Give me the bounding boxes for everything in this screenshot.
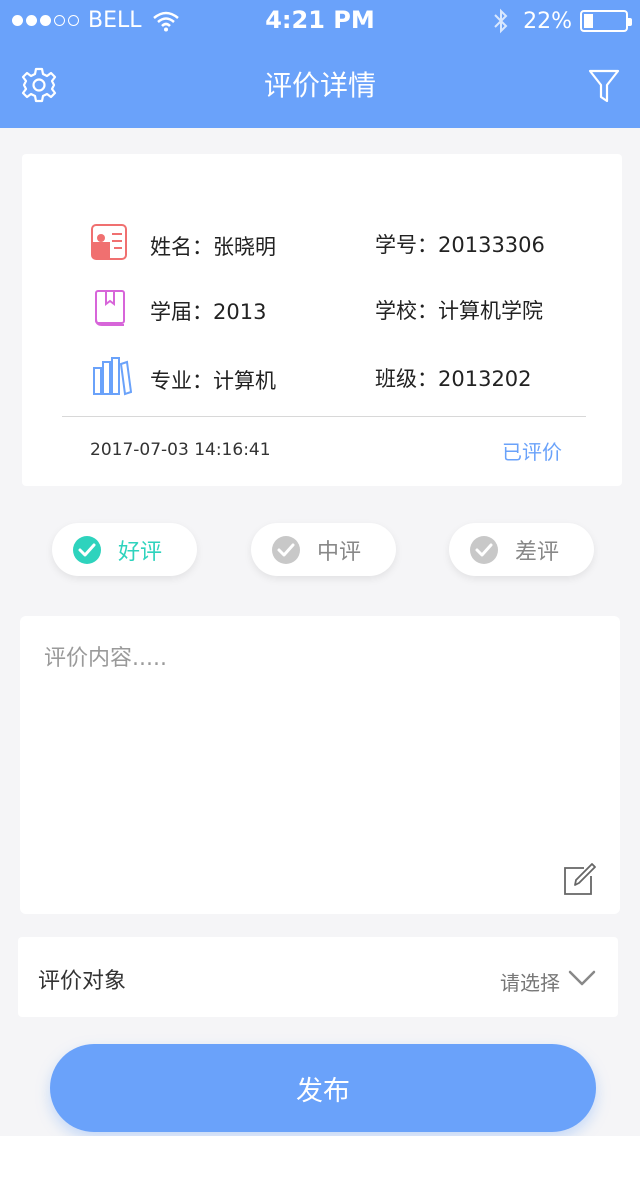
rating-bad-label: 差评 (515, 539, 560, 565)
edit-icon[interactable] (562, 862, 596, 896)
student-school: 学校：计算机学院 (375, 299, 543, 323)
evaluation-target-select[interactable]: 评价对象 请选择 (18, 937, 618, 1017)
rating-medium-label: 中评 (317, 539, 362, 565)
id-card-icon (91, 224, 127, 260)
bottom-strip (0, 1136, 640, 1196)
evaluation-target-value: 请选择 (500, 971, 560, 995)
evaluation-target-label: 评价对象 (38, 969, 127, 994)
student-grade: 学届：2013 (150, 300, 267, 324)
evaluation-status[interactable]: 已评价 (502, 436, 562, 465)
check-circle-icon (272, 535, 300, 564)
chevron-down-icon (568, 970, 596, 986)
page-title: 评价详情 (263, 69, 376, 102)
books-icon (93, 357, 132, 396)
filter-icon[interactable] (588, 68, 620, 104)
book-icon (95, 290, 125, 326)
battery-icon (580, 10, 632, 32)
student-major: 专业：计算机 (150, 369, 276, 393)
student-info-card: 姓名：张晓明 学号：20133306 学届：2013 学校：计算机学院 专业：计… (22, 154, 622, 486)
battery-tip (628, 18, 632, 26)
rating-good-button[interactable]: 好评 (52, 523, 197, 576)
comment-box (20, 616, 620, 914)
status-right: 22% (493, 8, 632, 34)
check-circle-icon (73, 535, 101, 564)
battery-fill (584, 14, 593, 28)
student-class: 班级：2013202 (375, 367, 532, 391)
student-name: 姓名：张晓明 (150, 235, 276, 259)
comment-input[interactable] (44, 640, 584, 860)
student-id: 学号：20133306 (375, 233, 545, 257)
battery-percent: 22% (523, 8, 572, 34)
check-circle-icon (470, 535, 498, 564)
rating-medium-button[interactable]: 中评 (251, 523, 396, 576)
evaluation-time: 2017-07-03 14:16:41 (90, 440, 271, 460)
publish-button[interactable]: 发布 (50, 1044, 596, 1132)
bluetooth-icon (494, 8, 508, 34)
status-bar: BELL 4:21 PM 22% (0, 0, 640, 40)
header-bar: BELL 4:21 PM 22% 评价详情 (0, 0, 640, 128)
card-divider (62, 416, 586, 417)
rating-good-label: 好评 (118, 539, 163, 565)
rating-bad-button[interactable]: 差评 (449, 523, 594, 576)
